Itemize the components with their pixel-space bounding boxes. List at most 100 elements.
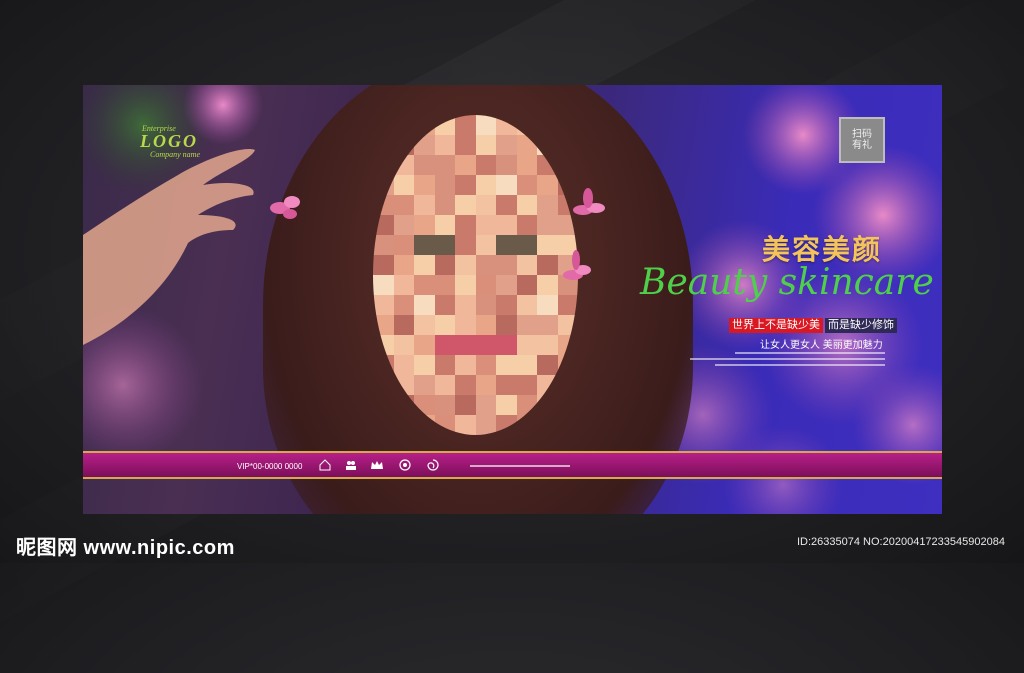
face-pixel bbox=[455, 215, 476, 235]
face-pixel bbox=[373, 255, 394, 275]
watermark-id: ID:26335074 NO:20200417233545902084 bbox=[797, 536, 1005, 548]
face-pixel bbox=[496, 255, 517, 275]
face-pixel bbox=[475, 315, 496, 335]
face-pixel bbox=[496, 275, 517, 295]
face-pixel bbox=[434, 255, 455, 275]
face-pixel bbox=[455, 395, 476, 415]
face-pixel bbox=[475, 215, 496, 235]
slogan-line-2: 让女人更女人 美丽更加魅力 bbox=[760, 340, 883, 351]
face-pixel bbox=[373, 235, 394, 255]
headline-english: Beauty skincare bbox=[640, 262, 934, 303]
face-pixel bbox=[516, 255, 537, 275]
face-pixel bbox=[434, 315, 455, 335]
face-pixel bbox=[496, 175, 517, 195]
face-pixel bbox=[537, 275, 558, 295]
face-pixel bbox=[475, 415, 496, 435]
face-pixel bbox=[434, 235, 455, 255]
face-pixel bbox=[557, 295, 578, 315]
face-pixel bbox=[475, 235, 496, 255]
fine-print-line bbox=[735, 352, 885, 354]
brand-logo: Enterprise LOGO Company name bbox=[140, 124, 250, 160]
face-pixel bbox=[414, 335, 435, 355]
face-pixel bbox=[414, 155, 435, 175]
face-pixel bbox=[537, 215, 558, 235]
face-pixel bbox=[516, 375, 537, 395]
face-pixel bbox=[455, 275, 476, 295]
face-pixel bbox=[393, 195, 414, 215]
face-pixel bbox=[496, 295, 517, 315]
face-pixel bbox=[434, 275, 455, 295]
face-pixel bbox=[496, 235, 517, 255]
face-pixel bbox=[414, 315, 435, 335]
flower-accent bbox=[573, 188, 605, 215]
qr-code-placeholder: 扫码有礼 bbox=[839, 117, 885, 163]
face-pixel bbox=[434, 135, 455, 155]
pixelated-face bbox=[373, 115, 578, 435]
face-pixel bbox=[434, 395, 455, 415]
face-pixel bbox=[475, 395, 496, 415]
face-pixel bbox=[496, 395, 517, 415]
face-pixel bbox=[475, 355, 496, 375]
face-pixel bbox=[537, 295, 558, 315]
face-pixel bbox=[475, 255, 496, 275]
face-pixel bbox=[516, 315, 537, 335]
face-pixel bbox=[516, 275, 537, 295]
face-pixel bbox=[537, 315, 558, 335]
face-pixel bbox=[393, 295, 414, 315]
face-pixel bbox=[537, 175, 558, 195]
face-pixel bbox=[373, 275, 394, 295]
face-pixel bbox=[455, 295, 476, 315]
crown-icon bbox=[371, 461, 383, 469]
face-pixel bbox=[475, 135, 496, 155]
face-pixel bbox=[537, 195, 558, 215]
face-pixel bbox=[475, 155, 496, 175]
face-pixel bbox=[496, 315, 517, 335]
face-pixel bbox=[455, 135, 476, 155]
watermark-site: 昵图网 www.nipic.com bbox=[16, 537, 235, 559]
face-pixel bbox=[516, 295, 537, 315]
face-pixel bbox=[537, 335, 558, 355]
badge-icon bbox=[399, 459, 411, 471]
face-pixel bbox=[393, 175, 414, 195]
address-fine-print bbox=[470, 465, 570, 467]
face-pixel bbox=[475, 175, 496, 195]
flower-accent bbox=[270, 196, 300, 219]
face-pixel bbox=[414, 295, 435, 315]
face-pixel bbox=[455, 415, 476, 435]
face-pixel bbox=[516, 215, 537, 235]
face-pixel bbox=[434, 215, 455, 235]
face-pixel bbox=[414, 175, 435, 195]
face-pixel bbox=[434, 335, 455, 355]
face-pixel bbox=[537, 355, 558, 375]
face-pixel bbox=[455, 355, 476, 375]
face-pixel bbox=[516, 235, 537, 255]
face-pixel bbox=[434, 195, 455, 215]
face-pixel bbox=[496, 155, 517, 175]
face-pixel bbox=[393, 335, 414, 355]
slogan-line-1: 世界上不是缺少美 而是缺少修饰 bbox=[729, 318, 897, 333]
face-pixel bbox=[414, 375, 435, 395]
slogan-part-1: 世界上不是缺少美 bbox=[729, 318, 823, 333]
face-pixel bbox=[496, 195, 517, 215]
face-pixel bbox=[393, 235, 414, 255]
logo-mark-text: LOGO bbox=[140, 131, 198, 151]
vip-phone: VIP*00-0000 0000 bbox=[237, 462, 303, 471]
swirl-icon bbox=[427, 459, 439, 471]
face-pixel bbox=[455, 315, 476, 335]
face-pixel bbox=[414, 235, 435, 255]
face-pixel bbox=[434, 155, 455, 175]
face-pixel bbox=[537, 255, 558, 275]
face-pixel bbox=[455, 235, 476, 255]
slogan-part-2: 而是缺少修饰 bbox=[825, 318, 897, 333]
fine-print-line bbox=[690, 358, 885, 360]
face-pixel bbox=[455, 335, 476, 355]
flower-accent bbox=[563, 250, 591, 280]
fine-print-line bbox=[715, 364, 885, 366]
face-pixel bbox=[414, 255, 435, 275]
face-pixel bbox=[393, 255, 414, 275]
face-pixel bbox=[455, 155, 476, 175]
face-pixel bbox=[434, 355, 455, 375]
face-pixel bbox=[475, 375, 496, 395]
face-pixel bbox=[393, 215, 414, 235]
logo-company-text: Company name bbox=[150, 150, 200, 159]
